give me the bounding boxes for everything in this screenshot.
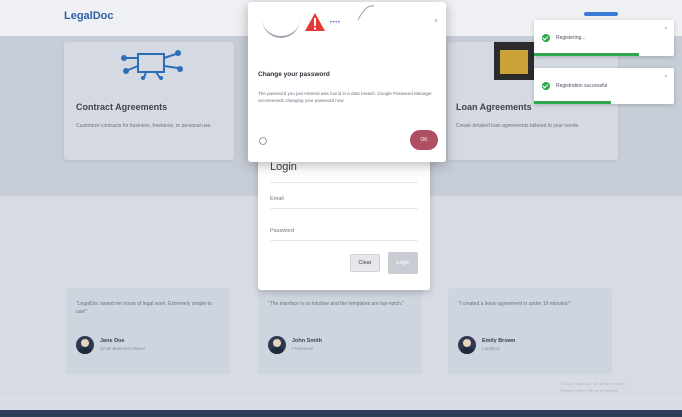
toast-progress (534, 101, 611, 104)
toast-message: Registering... (556, 35, 586, 41)
testimonial-card: "LegalDoc saved me hours of legal work. … (66, 288, 230, 374)
card-title: Contract Agreements (76, 102, 168, 112)
close-icon[interactable]: × (434, 18, 438, 25)
footer-copyright: © 2024 LegalDoc. All rights reserved. (560, 381, 627, 386)
key-icon (259, 137, 267, 145)
testimonial-role: Landlord (482, 346, 500, 351)
ok-button[interactable]: OK (410, 130, 438, 150)
testimonial-role: Freelancer (292, 346, 314, 351)
card-description: Create detailed loan agreements tailored… (456, 123, 580, 129)
testimonial-quote: "I created a lease agreement in under 10… (458, 301, 571, 307)
testimonial-quote: "The interface is so intuitive and the t… (268, 301, 405, 307)
dialog-message: The password you just entered was found … (258, 91, 432, 103)
testimonial-role: Small Business Owner (100, 346, 146, 351)
nav-pill[interactable] (584, 12, 618, 16)
login-title: Login (270, 161, 297, 173)
warning-icon (305, 13, 325, 31)
testimonial-card: "The interface is so intuitive and the t… (258, 288, 422, 374)
footer-links[interactable]: Privacy Policy | Terms of Service (560, 387, 626, 394)
card-description: Customize contracts for business, freela… (76, 123, 212, 129)
password-input[interactable] (270, 222, 418, 241)
toast-message: Registration successful (556, 83, 608, 89)
circuit-icon (121, 50, 183, 80)
login-modal: Login Clear Login (258, 148, 430, 290)
page-background: LegalDoc Contract Agreements Customize c… (0, 0, 682, 417)
avatar (76, 336, 94, 354)
bottom-bar (0, 410, 682, 417)
brand-logo[interactable]: LegalDoc (64, 10, 114, 22)
change-password-dialog: •••• × Change your password The password… (248, 2, 446, 162)
dialog-title: Change your password (258, 71, 330, 78)
check-circle-icon (542, 34, 550, 42)
check-circle-icon (542, 82, 550, 90)
testimonial-name: Emily Brown (482, 338, 516, 344)
divider (270, 182, 418, 183)
testimonial-name: Jane Doe (100, 338, 125, 344)
key-swirl-icon (357, 5, 375, 21)
clear-button[interactable]: Clear (350, 254, 380, 272)
testimonial-quote: "LegalDoc saved me hours of legal work. … (76, 301, 212, 315)
toast-registering: Registering... × (534, 20, 674, 56)
close-icon[interactable]: × (664, 26, 668, 32)
cloud-icon (262, 6, 300, 38)
footer-text: © 2024 LegalDoc. All rights reserved. Pr… (560, 380, 626, 394)
avatar (268, 336, 286, 354)
login-button[interactable]: Login (388, 252, 418, 274)
loan-image (494, 42, 534, 80)
toast-progress (534, 53, 639, 56)
card-title: Loan Agreements (456, 102, 532, 112)
testimonial-name: John Smith (292, 338, 322, 344)
card-contract-agreements[interactable]: Contract Agreements Customize contracts … (64, 42, 234, 160)
close-icon[interactable]: × (664, 74, 668, 80)
avatar (458, 336, 476, 354)
toast-registration-successful: Registration successful × (534, 68, 674, 104)
testimonial-card: "I created a lease agreement in under 10… (448, 288, 612, 374)
password-dots: •••• (330, 20, 341, 26)
email-input[interactable] (270, 190, 418, 209)
